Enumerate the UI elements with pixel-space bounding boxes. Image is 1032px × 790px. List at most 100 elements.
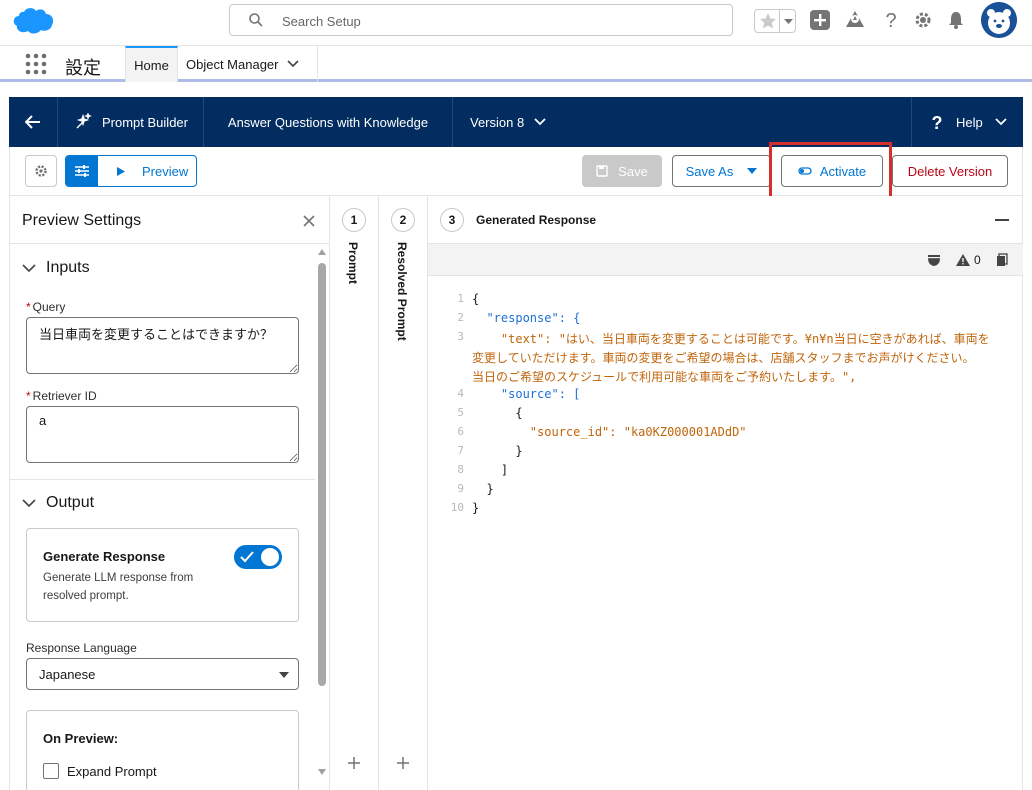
query-label: * Query	[26, 300, 66, 314]
on-preview-card: On Preview: Expand Prompt	[26, 710, 299, 790]
code-line: 当日のご希望のスケジュールで利用可能な車両をご予約いたします。",	[472, 370, 857, 384]
collapse-icon[interactable]	[995, 219, 1009, 221]
response-subtoolbar: 0	[428, 244, 1023, 276]
avatar[interactable]	[981, 2, 1017, 38]
line-number: 9	[457, 482, 464, 495]
svg-text:?: ?	[932, 113, 943, 131]
trailhead-icon[interactable]	[844, 9, 866, 31]
resolved-prompt-column[interactable]: 2 Resolved Prompt	[379, 196, 428, 790]
query-field[interactable]: 当日車両を変更することはできますか？	[26, 317, 299, 374]
favorites-button-group[interactable]	[754, 9, 796, 33]
app-launcher-icon[interactable]	[24, 53, 48, 75]
caret-down-icon	[747, 168, 758, 174]
activate-label: Activate	[819, 163, 867, 179]
search-input-container[interactable]	[229, 4, 733, 36]
on-preview-title: On Preview:	[43, 731, 119, 746]
plus-icon[interactable]	[809, 9, 831, 31]
output-section-label: Output	[46, 494, 95, 511]
generate-response-desc: Generate LLM response from	[43, 572, 194, 584]
chevron-down-icon[interactable]	[779, 10, 796, 32]
app-title: Prompt Builder	[102, 114, 188, 130]
plus-icon[interactable]	[347, 756, 361, 770]
gear-icon	[35, 165, 47, 177]
template-name-label: Answer Questions with Knowledge	[227, 114, 429, 130]
inputs-section-header[interactable]: Inputs	[10, 244, 315, 292]
prompt-column-label: Prompt	[346, 242, 360, 284]
step-number-2: 2	[391, 208, 415, 232]
preview-button-group: Preview	[65, 155, 197, 187]
code-line: "response": {	[472, 311, 581, 325]
code-line: 変更していただけます。車両の変更をご希望の場合は、店舗スタッフまでお声がけくださ…	[472, 351, 975, 365]
tab-object-manager[interactable]: Object Manager	[178, 46, 318, 82]
step-number-1: 1	[342, 208, 366, 232]
back-button[interactable]	[9, 97, 58, 147]
warning-count: 0	[974, 253, 981, 267]
version-label: Version 8	[470, 114, 525, 130]
builder-header: Prompt Builder Answer Questions with Kno…	[9, 97, 1023, 147]
caret-down-icon	[279, 672, 289, 678]
line-number: 7	[457, 444, 464, 457]
tab-home[interactable]: Home	[125, 46, 178, 82]
shield-icon[interactable]	[927, 254, 941, 270]
settings-button[interactable]	[25, 155, 57, 187]
close-icon[interactable]	[303, 215, 315, 227]
bell-icon[interactable]	[945, 9, 967, 31]
generate-response-desc-2: resolved prompt.	[43, 590, 129, 602]
preview-settings-panel: Preview Settings Inputs * Query 当日車両を変更する…	[9, 196, 330, 790]
delete-version-button[interactable]: Delete Version	[892, 155, 1008, 187]
step-number-3: 3	[440, 208, 464, 232]
response-language-value: Japanese	[39, 667, 96, 682]
toggle-knob	[261, 548, 279, 566]
output-section-header[interactable]: Output	[10, 479, 315, 527]
delete-version-label: Delete Version	[907, 163, 993, 179]
tab-object-manager-label: Object Manager	[186, 56, 279, 72]
inputs-section-label: Inputs	[46, 259, 90, 276]
chevron-down-icon[interactable]	[286, 60, 299, 68]
search-icon	[248, 12, 264, 28]
generated-response-panel: 3 Generated Response 0 1 { 2 "response":…	[428, 196, 1023, 790]
help-icon[interactable]: ?	[880, 9, 902, 31]
expand-prompt-label: Expand Prompt	[67, 764, 157, 779]
generate-response-toggle[interactable]	[234, 545, 282, 569]
app-name: 設定	[65, 58, 101, 78]
copy-icon[interactable]	[996, 253, 1008, 270]
generate-response-card: Generate Response Generate LLM response …	[26, 528, 299, 622]
save-label: Save	[618, 163, 648, 179]
search-input[interactable]	[282, 11, 702, 31]
save-button[interactable]: Save	[582, 155, 662, 187]
version-dropdown[interactable]: Version 8	[453, 97, 563, 147]
salesforce-cloud-icon[interactable]	[12, 6, 56, 36]
generate-response-title: Generate Response	[43, 549, 166, 564]
resolved-prompt-column-label: Resolved Prompt	[395, 242, 409, 341]
prompt-column[interactable]: 1 Prompt	[330, 196, 379, 790]
save-as-button[interactable]: Save As	[672, 155, 771, 187]
preview-button[interactable]: Preview	[98, 164, 188, 179]
chevron-down-icon	[22, 264, 36, 273]
save-as-label: Save As	[685, 163, 734, 179]
plus-icon[interactable]	[396, 756, 410, 770]
response-language-select[interactable]: Japanese	[26, 658, 299, 690]
toolbar: Preview Save Save As Activate Delete Ver…	[9, 142, 1023, 199]
line-number: 3	[457, 330, 464, 343]
gear-icon[interactable]	[912, 9, 934, 31]
activate-button[interactable]: Activate	[781, 155, 883, 187]
expand-prompt-checkbox[interactable]	[43, 763, 59, 779]
line-number: 6	[457, 425, 464, 438]
play-icon	[117, 166, 125, 176]
star-icon[interactable]	[757, 10, 779, 32]
preview-label: Preview	[142, 163, 189, 179]
app-navigation-bar: 設定 Home Object Manager	[0, 46, 1032, 82]
query-label-text: Query	[32, 300, 66, 314]
code-line: {	[472, 292, 480, 306]
code-line: ]	[472, 463, 509, 477]
line-number: 1	[457, 292, 464, 305]
retriever-id-field[interactable]: a	[26, 406, 299, 463]
code-line: }	[472, 501, 480, 515]
scrollbar[interactable]	[315, 244, 329, 790]
chevron-down-icon	[22, 499, 36, 508]
warning-icon[interactable]	[955, 253, 971, 270]
prompt-builder-title: Prompt Builder	[58, 97, 204, 147]
help-menu[interactable]: ? Help	[911, 97, 1023, 147]
template-name: Answer Questions with Knowledge	[204, 97, 453, 147]
preview-settings-toggle[interactable]	[66, 156, 98, 186]
